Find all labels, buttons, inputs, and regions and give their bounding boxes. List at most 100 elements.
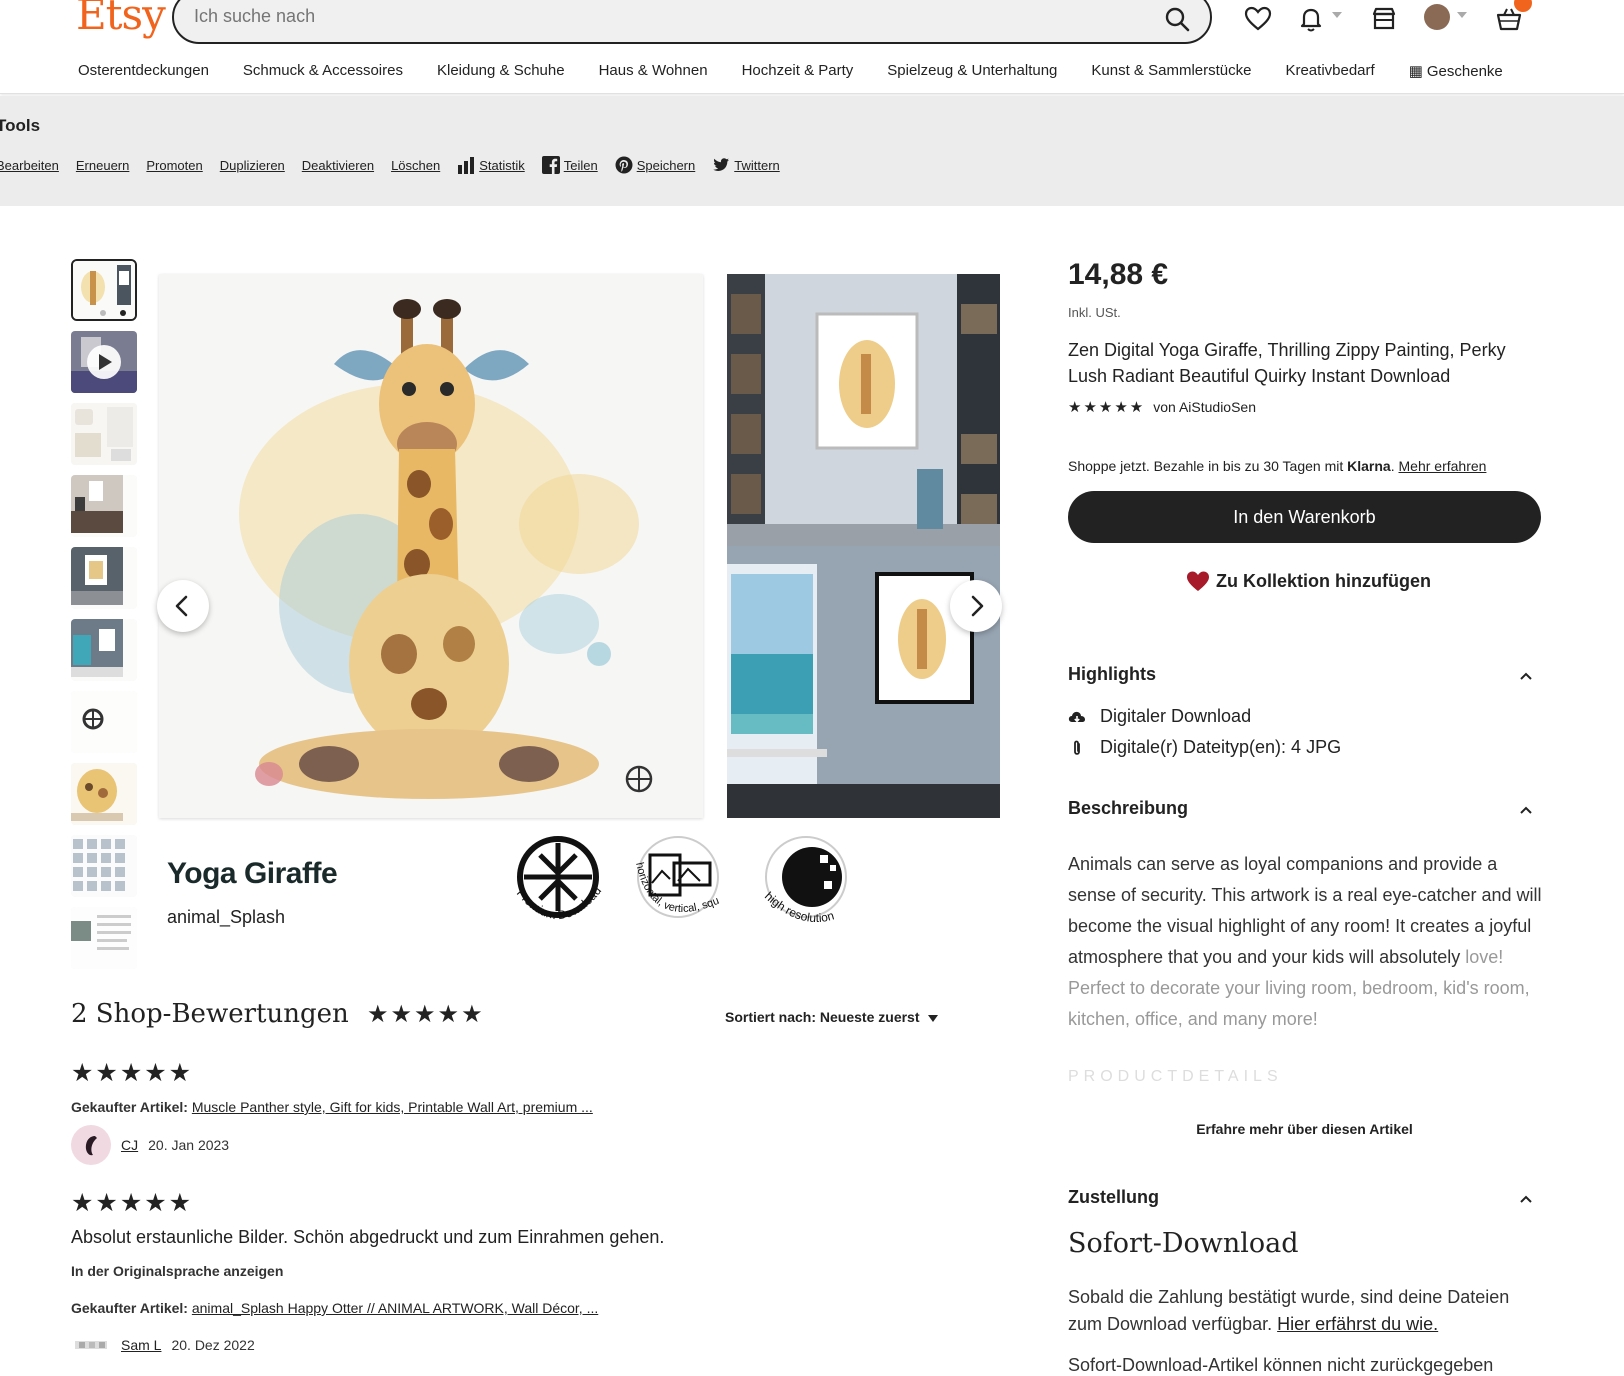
reviewer-name[interactable]: CJ — [121, 1137, 138, 1153]
high-resolution-icon: high resolution — [762, 836, 847, 925]
secondary-product-image[interactable] — [727, 274, 1000, 818]
reviewer-name[interactable]: Sam L — [121, 1337, 161, 1353]
video-thumbnail[interactable] — [71, 331, 137, 393]
thumbnail[interactable] — [71, 907, 137, 969]
tool-share-label: Teilen — [563, 157, 598, 173]
learn-more-button[interactable]: Erfahre mehr über diesen Artikel — [1068, 1121, 1541, 1137]
add-to-collection-button[interactable]: Zu Kollektion hinzufügen — [1186, 570, 1431, 592]
highlights-heading[interactable]: Highlights — [1068, 664, 1156, 685]
yoga-giraffe-artwork — [159, 274, 703, 818]
review-purchased-item: Gekaufter Artikel: Muscle Panther style,… — [71, 1099, 593, 1115]
premium-download-icon: Premium Download — [514, 836, 604, 922]
heart-filled-icon — [1187, 571, 1209, 591]
add-to-cart-button[interactable]: In den Warenkorb — [1068, 491, 1541, 543]
tool-duplicate-link[interactable]: Duplizieren — [220, 158, 285, 173]
thumbnail[interactable] — [71, 619, 137, 681]
thumbnail-image — [71, 475, 137, 537]
search-bar[interactable] — [172, 0, 1212, 44]
review-date: 20. Dez 2022 — [171, 1337, 255, 1353]
category-nav: Osterentdeckungen Schmuck & Accessoires … — [78, 62, 1503, 84]
thumbnail[interactable] — [71, 835, 137, 897]
tool-renew-link[interactable]: Erneuern — [76, 158, 129, 173]
avatar[interactable] — [1424, 4, 1450, 30]
thumbnail[interactable] — [71, 259, 137, 321]
purchased-item-link[interactable]: animal_Splash Happy Otter // ANIMAL ARTW… — [192, 1300, 598, 1316]
chevron-left-icon — [175, 595, 188, 617]
thumbnail-image — [71, 403, 137, 465]
nav-item[interactable]: Kleidung & Schuhe — [437, 62, 565, 84]
chevron-up-icon[interactable] — [1520, 806, 1532, 814]
chevron-down-icon[interactable] — [1332, 12, 1342, 18]
thumbnail-image — [73, 261, 135, 319]
rating-stars: ★★★★★ — [1068, 399, 1146, 416]
tool-stats-link[interactable]: Statistik — [457, 156, 525, 174]
avatar-image — [85, 1136, 97, 1156]
thumbnail[interactable] — [71, 475, 137, 537]
nav-item-gifts[interactable]: ▦ Geschenke — [1409, 62, 1503, 84]
tool-share-link[interactable]: Teilen — [541, 156, 598, 174]
thumbnail[interactable] — [71, 403, 137, 465]
avatar[interactable] — [71, 1325, 111, 1365]
chevron-up-icon[interactable] — [1520, 1195, 1532, 1203]
search-icon[interactable] — [1164, 6, 1190, 32]
nav-item[interactable]: Kunst & Sammlerstücke — [1091, 62, 1251, 84]
thumbnail[interactable] — [71, 547, 137, 609]
tool-tweet-link[interactable]: Twittern — [712, 156, 780, 174]
twitter-icon — [713, 158, 730, 171]
shop-name-link[interactable]: von AiStudioSen — [1153, 399, 1256, 415]
highlight-item: Digitaler Download — [1068, 706, 1251, 727]
etsy-logo[interactable]: Etsy — [76, 0, 166, 39]
tool-delete-link[interactable]: Löschen — [391, 158, 440, 173]
bell-icon[interactable] — [1296, 4, 1326, 34]
thumbnail[interactable] — [71, 691, 137, 753]
tool-links: Bearbeiten Erneuern Promoten Duplizieren… — [0, 156, 797, 174]
nav-item[interactable]: Kreativbedarf — [1285, 62, 1374, 84]
tool-edit-link[interactable]: Bearbeiten — [0, 158, 59, 173]
nav-item[interactable]: Hochzeit & Party — [742, 62, 854, 84]
review-stars: ★★★★★ — [71, 1189, 194, 1217]
tool-tweet-label: Twittern — [734, 157, 780, 173]
avatar[interactable] — [71, 1125, 111, 1165]
description-heading[interactable]: Beschreibung — [1068, 798, 1188, 819]
delivery-how-link[interactable]: Hier erfährst du wie. — [1277, 1314, 1438, 1334]
delivery-heading[interactable]: Zustellung — [1068, 1187, 1159, 1208]
review-author: Sam L 20. Dez 2022 — [71, 1325, 255, 1365]
tool-promote-link[interactable]: Promoten — [146, 158, 202, 173]
nav-item[interactable]: Schmuck & Accessoires — [243, 62, 403, 84]
paperclip-icon — [1074, 740, 1080, 755]
review-stars: ★★★★★ — [71, 1059, 194, 1087]
site-header: Etsy Osterentdeckungen Schmuck & Accesso… — [0, 0, 1624, 94]
chevron-up-icon[interactable] — [1520, 672, 1532, 680]
heart-icon[interactable] — [1243, 4, 1273, 34]
purchased-label: Gekaufter Artikel: — [71, 1099, 188, 1115]
previous-image-button[interactable] — [157, 580, 209, 632]
tool-deactivate-link[interactable]: Deaktivieren — [302, 158, 374, 173]
thumbnail-image — [71, 835, 137, 897]
thumbnail-image — [71, 547, 137, 609]
nav-item[interactable]: Osterentdeckungen — [78, 62, 209, 84]
nav-item[interactable]: Spielzeug & Unterhaltung — [887, 62, 1057, 84]
premium-download-badge: Premium Download — [510, 833, 606, 943]
nav-item-label: Geschenke — [1426, 63, 1503, 80]
main-product-image[interactable] — [159, 274, 703, 818]
next-image-button[interactable] — [950, 580, 1002, 632]
klarna-logo: Klarna — [1347, 458, 1391, 474]
search-input[interactable] — [194, 6, 1094, 27]
sort-dropdown[interactable]: Sortiert nach: Neueste zuerst — [725, 1009, 938, 1025]
purchased-item-link[interactable]: Muscle Panther style, Gift for kids, Pri… — [192, 1099, 593, 1115]
product-description: Animals can serve as loyal companions an… — [1068, 849, 1546, 1035]
klarna-info: Shoppe jetzt. Bezahle in bis zu 30 Tagen… — [1068, 458, 1487, 474]
product-title: Zen Digital Yoga Giraffe, Thrilling Zipp… — [1068, 340, 1506, 386]
shop-icon[interactable] — [1369, 4, 1399, 34]
show-original-language-link[interactable]: In der Originalsprache anzeigen — [71, 1263, 283, 1279]
cart-count-badge — [1514, 0, 1532, 12]
purchased-label: Gekaufter Artikel: — [71, 1300, 188, 1316]
tool-save-link[interactable]: Speichern — [615, 156, 695, 174]
nav-item[interactable]: Haus & Wohnen — [599, 62, 708, 84]
klarna-learn-more-link[interactable]: Mehr erfahren — [1399, 458, 1487, 474]
bar-chart-icon — [458, 157, 475, 174]
chevron-down-icon[interactable] — [1457, 12, 1467, 18]
thumbnail[interactable] — [71, 763, 137, 825]
chevron-right-icon — [971, 595, 984, 617]
highlight-text: Digitale(r) Dateityp(en): 4 JPG — [1100, 737, 1342, 757]
